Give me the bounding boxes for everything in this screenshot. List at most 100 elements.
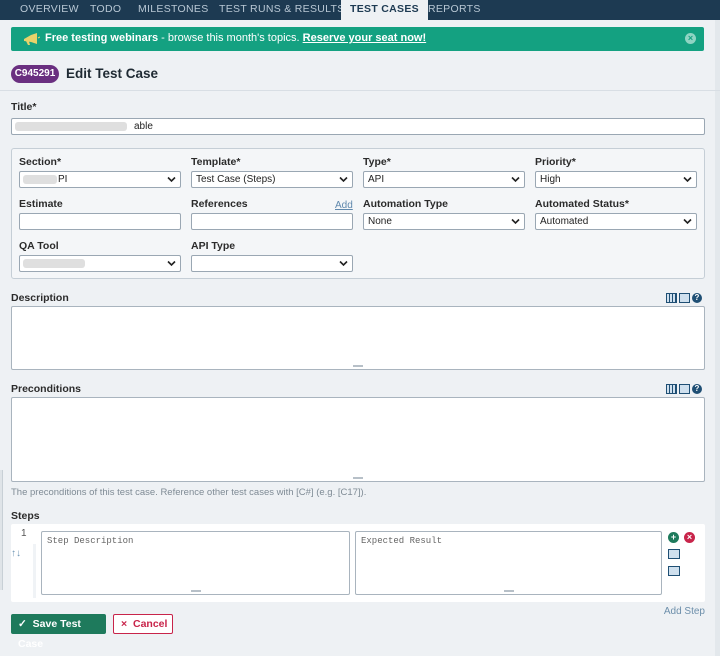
- resize-grip[interactable]: [190, 590, 201, 592]
- type-value: API: [368, 174, 385, 185]
- webinar-banner: Free testing webinars - browse this mont…: [11, 27, 704, 51]
- megaphone-icon: [24, 33, 40, 45]
- resize-grip[interactable]: [353, 365, 363, 367]
- tab-overview[interactable]: OVERVIEW: [20, 0, 79, 20]
- table-icon[interactable]: [666, 293, 677, 303]
- title-input-value: able: [134, 121, 153, 132]
- description-label: Description: [11, 292, 69, 304]
- table-icon[interactable]: [666, 384, 677, 394]
- cancel-button-label: Cancel: [132, 618, 168, 630]
- chevron-down-icon: [167, 260, 176, 267]
- help-icon[interactable]: ?: [692, 293, 702, 303]
- left-edge-handle: [0, 470, 3, 590]
- resize-grip[interactable]: [503, 590, 514, 592]
- image-icon[interactable]: [668, 566, 680, 576]
- priority-label-text: Priority: [535, 156, 572, 168]
- save-test-case-button[interactable]: ✓ Save Test Case: [11, 614, 106, 650]
- references-add-link[interactable]: Add: [335, 200, 353, 211]
- banner-text: Free testing webinars - browse this mont…: [45, 32, 426, 44]
- step-number: 1: [21, 528, 27, 539]
- add-step-link[interactable]: Add Step: [664, 606, 705, 617]
- references-label: References: [191, 198, 248, 210]
- section-value: PI: [58, 174, 68, 185]
- tab-reports[interactable]: REPORTS: [428, 0, 481, 20]
- automation-type-select[interactable]: None: [363, 213, 525, 230]
- expected-result-input[interactable]: Expected Result: [355, 531, 662, 595]
- section-select[interactable]: PI: [19, 171, 181, 188]
- qa-tool-label: QA Tool: [19, 240, 59, 252]
- required-mark: *: [32, 101, 37, 113]
- required-mark: *: [624, 198, 629, 210]
- right-scroll-track: [715, 20, 720, 656]
- chevron-down-icon: [167, 176, 176, 183]
- step-description-placeholder: Step Description: [47, 536, 134, 546]
- api-type-label: API Type: [191, 240, 236, 252]
- banner-body-text: - browse this month's topics.: [158, 32, 303, 44]
- description-editor-tools: ?: [664, 293, 702, 304]
- expected-result-placeholder: Expected Result: [361, 536, 443, 546]
- references-input[interactable]: [191, 213, 353, 230]
- estimate-label: Estimate: [19, 198, 63, 210]
- tab-test-cases[interactable]: TEST CASES: [341, 0, 428, 20]
- priority-value: High: [540, 174, 561, 185]
- automated-status-label-text: Automated Status: [535, 198, 625, 210]
- redacted-text: [15, 122, 127, 131]
- section-label-text: Section: [19, 156, 57, 168]
- chevron-down-icon: [683, 176, 692, 183]
- preconditions-hint: The preconditions of this test case. Ref…: [11, 487, 367, 498]
- image-icon[interactable]: [668, 549, 680, 559]
- type-select[interactable]: API: [363, 171, 525, 188]
- image-icon[interactable]: [679, 384, 690, 394]
- tab-test-runs-results[interactable]: TEST RUNS & RESULTS: [219, 0, 345, 20]
- title-input[interactable]: able: [11, 118, 705, 135]
- help-icon[interactable]: ?: [692, 384, 702, 394]
- close-icon: ×: [121, 618, 128, 630]
- preconditions-label: Preconditions: [11, 383, 82, 395]
- api-type-select[interactable]: [191, 255, 353, 272]
- redacted-text: [23, 175, 57, 184]
- step-row: 1 ↑↓ Step Description Expected Result + …: [11, 524, 705, 602]
- automated-status-select[interactable]: Automated: [535, 213, 697, 230]
- automation-type-label: Automation Type: [363, 198, 448, 210]
- required-mark: *: [56, 156, 62, 168]
- tab-todo[interactable]: TODO: [90, 0, 121, 20]
- delete-step-icon[interactable]: ×: [684, 532, 695, 543]
- chevron-down-icon: [511, 218, 520, 225]
- estimate-input[interactable]: [19, 213, 181, 230]
- chevron-down-icon: [511, 176, 520, 183]
- cancel-button[interactable]: × Cancel: [113, 614, 173, 634]
- steps-label: Steps: [11, 510, 40, 522]
- header-divider: [0, 90, 720, 91]
- preconditions-textarea[interactable]: [11, 397, 705, 482]
- close-icon[interactable]: ×: [685, 33, 696, 44]
- priority-select[interactable]: High: [535, 171, 697, 188]
- priority-label: Priority*: [535, 156, 576, 168]
- image-icon[interactable]: [679, 293, 690, 303]
- save-button-label: Save Test Case: [18, 618, 81, 650]
- title-label-text: Title: [11, 101, 33, 113]
- banner-reserve-link[interactable]: Reserve your seat now!: [303, 32, 427, 44]
- tab-milestones[interactable]: MILESTONES: [138, 0, 209, 20]
- banner-bold-text: Free testing webinars: [45, 32, 159, 44]
- resize-grip[interactable]: [353, 477, 363, 479]
- required-mark: *: [236, 156, 241, 168]
- automated-status-value: Automated: [540, 216, 589, 227]
- step-description-input[interactable]: Step Description: [41, 531, 350, 595]
- page-title: Edit Test Case: [66, 66, 159, 81]
- template-label-text: Template: [191, 156, 237, 168]
- type-label: Type*: [363, 156, 391, 168]
- description-textarea[interactable]: [11, 306, 705, 370]
- check-icon: ✓: [18, 618, 27, 630]
- preconditions-editor-tools: ?: [664, 384, 702, 395]
- add-step-icon[interactable]: +: [668, 532, 679, 543]
- chevron-down-icon: [339, 260, 348, 267]
- template-value: Test Case (Steps): [196, 174, 276, 185]
- automated-status-label: Automated Status*: [535, 198, 629, 210]
- template-label: Template*: [191, 156, 240, 168]
- template-select[interactable]: Test Case (Steps): [191, 171, 353, 188]
- step-drag-area: [33, 544, 36, 598]
- title-label: Title*: [11, 101, 37, 113]
- top-navigation: OVERVIEW TODO MILESTONES TEST RUNS & RES…: [0, 0, 720, 20]
- step-move-handle[interactable]: ↑↓: [11, 548, 21, 559]
- qa-tool-select[interactable]: [19, 255, 181, 272]
